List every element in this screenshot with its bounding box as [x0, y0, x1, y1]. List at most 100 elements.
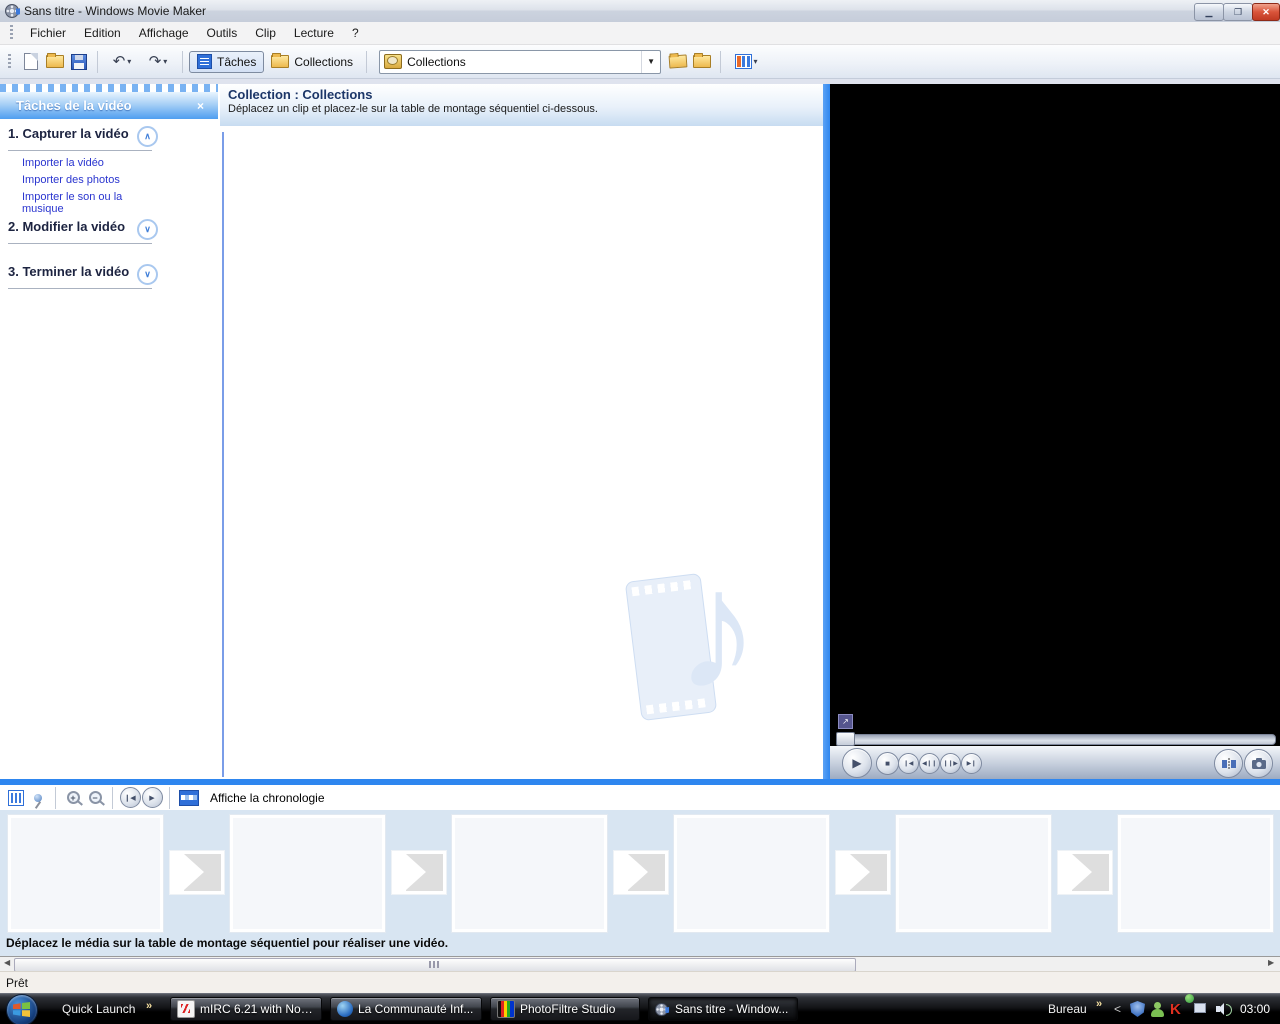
taskbar-clock[interactable]: 03:00 — [1240, 1002, 1270, 1016]
bureau-chevron-icon[interactable]: » — [1096, 998, 1102, 1010]
collections-toggle-button[interactable]: Collections — [264, 51, 360, 73]
menu-lecture[interactable]: Lecture — [285, 23, 343, 43]
section-title[interactable]: 1. Capturer la vidéo — [8, 126, 136, 142]
chevron-down-icon[interactable]: ∨ — [137, 219, 158, 240]
title-bar: Sans titre - Windows Movie Maker ▁ ❐ ✕ — [0, 0, 1280, 23]
menu-outils[interactable]: Outils — [198, 23, 247, 43]
pane-splitter[interactable] — [823, 84, 830, 779]
set-audio-levels-button[interactable] — [5, 788, 27, 808]
play-button[interactable]: ▶ — [842, 748, 872, 778]
transition-arrow-tip — [628, 854, 648, 890]
storyboard-transition-slot[interactable] — [392, 851, 446, 894]
zoom-out-button[interactable]: − — [84, 788, 106, 808]
storyboard-hint: Déplacez le média sur la table de montag… — [6, 936, 448, 950]
collection-header: Collection : Collections Déplacez un cli… — [220, 84, 823, 126]
music-note-icon: ♪ — [675, 545, 760, 715]
storyboard-clip-slot[interactable] — [1118, 815, 1273, 932]
storyboard-clip-slot[interactable] — [896, 815, 1051, 932]
kaspersky-tray-icon[interactable]: K — [1170, 1002, 1181, 1017]
taskbar-button-moviemaker[interactable]: Sans titre - Window... — [648, 997, 798, 1021]
windows-logo-icon — [13, 1002, 30, 1017]
section-title[interactable]: 3. Terminer la vidéo — [8, 264, 136, 280]
show-timeline-button[interactable] — [176, 788, 202, 808]
save-project-button[interactable] — [68, 51, 90, 73]
step-back-button[interactable]: ◀❙❙ — [919, 753, 940, 774]
status-bar: Prêt — [0, 971, 1280, 993]
storyboard-clip-slot[interactable] — [452, 815, 607, 932]
seek-thumb[interactable] — [836, 732, 855, 746]
menu-clip[interactable]: Clip — [246, 23, 285, 43]
collection-pane: Collection : Collections Déplacez un cli… — [220, 84, 823, 779]
storyboard-transition-slot[interactable] — [836, 851, 890, 894]
menu-aide[interactable]: ? — [343, 23, 368, 43]
toolbar-separator — [112, 787, 113, 809]
collections-button-label: Collections — [294, 55, 353, 69]
quick-launch-chevron-icon[interactable]: » — [146, 1000, 152, 1012]
taskbar-button-photofiltre[interactable]: PhotoFiltre Studio — [490, 997, 640, 1021]
minimize-button[interactable]: ▁ — [1194, 3, 1224, 21]
storyboard-transition-slot[interactable] — [170, 851, 224, 894]
split-clip-button[interactable] — [1214, 749, 1243, 778]
combo-dropdown-icon[interactable]: ▼ — [641, 51, 660, 73]
menu-edition[interactable]: Edition — [75, 23, 130, 43]
link-importer-la-video[interactable]: Importer la vidéo — [22, 157, 158, 169]
up-one-level-button[interactable] — [667, 51, 689, 73]
bureau-toolbar-label[interactable]: Bureau — [1048, 1002, 1087, 1016]
scroll-right-icon[interactable]: ▶ — [1268, 959, 1274, 967]
redo-button[interactable]: ↷▾ — [141, 51, 175, 73]
security-shield-tray-icon[interactable] — [1130, 1001, 1145, 1017]
seek-bar[interactable] — [836, 734, 1276, 745]
narrate-timeline-button[interactable] — [27, 788, 49, 808]
storyboard-clip-slot[interactable] — [230, 815, 385, 932]
zoom-in-button[interactable]: + — [62, 788, 84, 808]
tray-expand-icon[interactable]: < — [1114, 1002, 1121, 1016]
tasks-panel-close-icon[interactable]: × — [197, 99, 204, 113]
play-storyboard-button[interactable]: ▶ — [141, 788, 163, 808]
previous-frame-button[interactable]: ❙◀ — [898, 753, 919, 774]
new-project-button[interactable] — [20, 51, 42, 73]
storyboard-transition-slot[interactable] — [614, 851, 668, 894]
save-icon — [71, 54, 87, 70]
globe-icon — [337, 1001, 353, 1017]
task-section-terminer: 3. Terminer la vidéo ∨ — [8, 264, 158, 289]
toolbar-drag-handle[interactable] — [8, 54, 11, 70]
transition-arrow-tip — [850, 854, 870, 890]
rewind-icon: ❙◀ — [120, 787, 141, 808]
new-collection-button[interactable] — [691, 51, 713, 73]
storyboard-toolbar: + − ❙◀ ▶ Affiche la chronologie — [0, 785, 1280, 810]
take-picture-button[interactable] — [1244, 749, 1273, 778]
storyboard-clip-slot[interactable] — [674, 815, 829, 932]
toolbar-separator — [366, 51, 367, 73]
storyboard-clip-slot[interactable] — [8, 815, 163, 932]
collection-combobox[interactable]: Collections ▼ — [379, 50, 661, 74]
window-title: Sans titre - Windows Movie Maker — [24, 4, 206, 18]
link-importer-le-son[interactable]: Importer le son ou la musique — [22, 191, 158, 215]
views-button[interactable]: ▾ — [728, 51, 764, 73]
scrollbar-thumb[interactable] — [14, 958, 856, 972]
menu-affichage[interactable]: Affichage — [130, 23, 198, 43]
chevron-down-icon[interactable]: ∨ — [137, 264, 158, 285]
taskbar-button-mirc[interactable]: mIRC 6.21 with NoN... — [170, 997, 322, 1021]
show-timeline-label[interactable]: Affiche la chronologie — [210, 791, 325, 805]
storyboard-transition-slot[interactable] — [1058, 851, 1112, 894]
step-forward-button[interactable]: ❙❙▶ — [940, 753, 961, 774]
open-project-button[interactable] — [44, 51, 66, 73]
link-importer-des-photos[interactable]: Importer des photos — [22, 174, 158, 186]
photofiltre-icon — [497, 1000, 515, 1018]
rewind-storyboard-button[interactable]: ❙◀ — [119, 788, 141, 808]
stop-button[interactable]: ■ — [876, 752, 899, 775]
menu-drag-handle[interactable] — [10, 25, 13, 41]
next-frame-button[interactable]: ▶❙ — [961, 753, 982, 774]
tasks-toggle-button[interactable]: Tâches — [189, 51, 264, 73]
close-button[interactable]: ✕ — [1252, 3, 1280, 21]
taskbar-button-communaute[interactable]: La Communauté Inf... — [330, 997, 482, 1021]
undo-button[interactable]: ↶▾ — [105, 51, 139, 73]
menu-fichier[interactable]: Fichier — [21, 23, 75, 43]
toolbar-separator — [55, 787, 56, 809]
chevron-up-icon[interactable]: ∧ — [137, 126, 158, 147]
scroll-left-icon[interactable]: ◀ — [4, 959, 10, 967]
section-title[interactable]: 2. Modifier la vidéo — [8, 219, 136, 235]
start-button[interactable] — [6, 994, 38, 1024]
restore-button[interactable]: ❐ — [1223, 3, 1253, 21]
fullscreen-icon[interactable]: ↗ — [838, 714, 853, 729]
